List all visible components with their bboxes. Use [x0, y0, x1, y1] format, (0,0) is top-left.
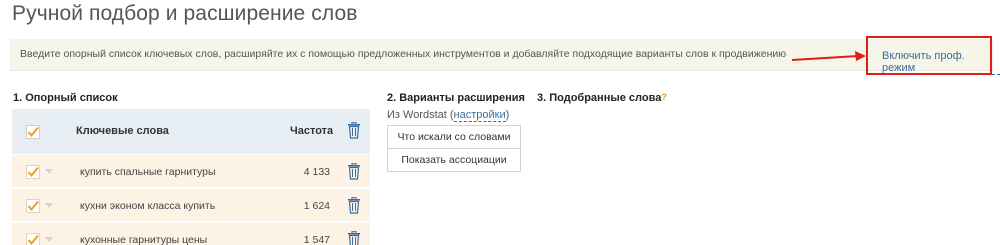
- searched-with-words-button[interactable]: Что искали со словами: [387, 125, 521, 149]
- wordstat-settings-link[interactable]: настройки: [453, 109, 506, 122]
- row-checkbox[interactable]: [26, 199, 40, 213]
- wordstat-source: Из Wordstat (настройки): [387, 109, 510, 122]
- expand-caret-icon[interactable]: [45, 237, 53, 242]
- expand-caret-icon[interactable]: [45, 203, 53, 208]
- frequency-cell: 1 547: [303, 234, 330, 245]
- section1-heading: 1. Опорный список: [13, 92, 118, 104]
- section2-heading: 2. Варианты расширения: [387, 92, 525, 104]
- delete-all-trash-icon[interactable]: [347, 122, 361, 139]
- column-header-keywords[interactable]: Ключевые слова: [76, 125, 169, 137]
- wordstat-prefix: Из Wordstat (: [387, 109, 454, 121]
- delete-row-trash-icon[interactable]: [347, 163, 361, 180]
- row-checkbox[interactable]: [26, 165, 40, 179]
- wordstat-suffix: ): [505, 109, 510, 121]
- frequency-cell: 1 624: [303, 200, 330, 212]
- keywords-table: Ключевые слова Частота купить спальные г…: [12, 109, 370, 245]
- section3-heading-text: 3. Подобранные слова: [537, 92, 662, 104]
- table-row[interactable]: купить спальные гарнитуры 4 133: [12, 155, 370, 188]
- row-checkbox[interactable]: [26, 233, 40, 245]
- pro-mode-link[interactable]: Включить проф. режим: [882, 50, 1000, 75]
- section3-heading: 3. Подобранные слова?: [537, 92, 667, 104]
- keyword-cell: кухни эконом класса купить: [80, 200, 216, 212]
- info-bar: Введите опорный список ключевых слов, ра…: [10, 39, 994, 71]
- table-row[interactable]: кухонные гарнитуры цены 1 547: [12, 223, 370, 245]
- info-text: Введите опорный список ключевых слов, ра…: [20, 48, 787, 60]
- keyword-cell: кухонные гарнитуры цены: [80, 234, 208, 245]
- keyword-cell: купить спальные гарнитуры: [80, 166, 216, 178]
- frequency-cell: 4 133: [303, 166, 330, 178]
- column-header-frequency[interactable]: Частота: [290, 125, 333, 137]
- delete-row-trash-icon[interactable]: [347, 197, 361, 214]
- expand-caret-icon[interactable]: [45, 169, 53, 174]
- table-header: Ключевые слова Частота: [12, 109, 370, 154]
- show-associations-button[interactable]: Показать ассоциации: [387, 148, 521, 172]
- table-row[interactable]: кухни эконом класса купить 1 624: [12, 189, 370, 222]
- page-title: Ручной подбор и расширение слов: [12, 2, 358, 25]
- select-all-checkbox[interactable]: [26, 125, 40, 139]
- help-icon[interactable]: ?: [661, 92, 667, 102]
- delete-row-trash-icon[interactable]: [347, 231, 361, 245]
